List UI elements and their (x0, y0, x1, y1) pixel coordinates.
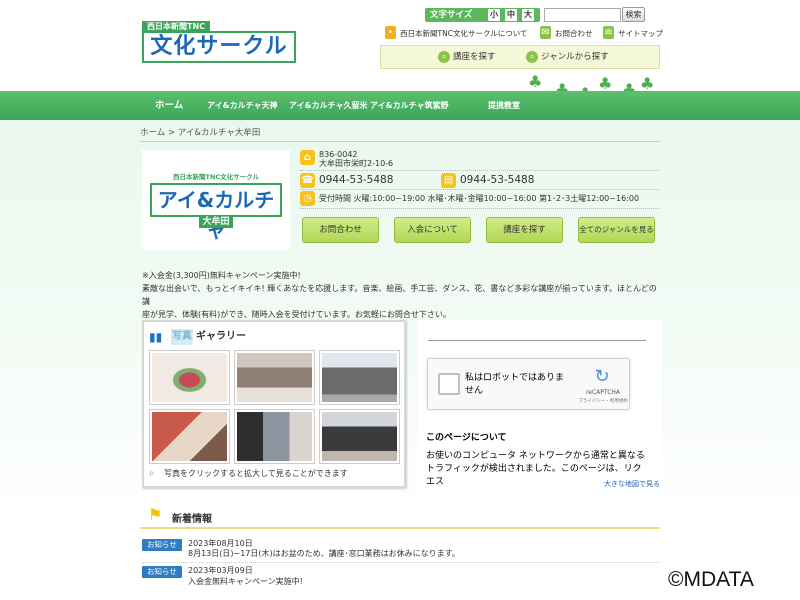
phone-number: 0944-53-5488 (319, 174, 394, 186)
nav-home[interactable]: ホーム (155, 91, 183, 120)
clover-icon: ♣ (640, 74, 655, 93)
breadcrumb-separator: > (167, 128, 176, 138)
clover-icon: ♣ (598, 74, 613, 93)
gallery-tag: 写真 (171, 329, 193, 345)
gallery-note: 写真をクリックすると拡大して見ることができます (164, 469, 348, 478)
store-logo-sub: 大牟田 (199, 216, 233, 228)
recaptcha-brand: reCAPTCHA (585, 389, 621, 396)
news-header: ⚑ 新着情報 (140, 505, 660, 529)
map-page-heading: このページについて (426, 433, 507, 443)
recaptcha-checkbox[interactable] (438, 373, 460, 395)
gallery-photo-5[interactable] (234, 409, 315, 464)
main-nav: ホーム アイ&カルチャ天神 アイ&カルチャ久留米 アイ&カルチャ筑紫野 提携教室 (0, 91, 800, 120)
nav-chikushino[interactable]: アイ&カルチャ筑紫野 (370, 91, 449, 120)
larger-map-link[interactable]: 大きな地図で見る (604, 479, 660, 489)
map-embed: 私はロボットではありません ↻ reCAPTCHA プライバシー・利用規約 この… (418, 320, 662, 492)
font-size-small-button[interactable]: 小 (488, 9, 500, 21)
all-genres-button[interactable]: 全てのジャンルを見る (578, 217, 655, 243)
search-icon: ⌕ (526, 51, 538, 63)
recaptcha-privacy-link[interactable]: プライバシー・利用規約 (578, 398, 628, 404)
divider (300, 189, 660, 190)
contact-link[interactable]: お問合わせ (555, 28, 593, 40)
about-link[interactable]: 西日本新聞TNC文化サークルについて (400, 28, 527, 40)
notice-description: 素敵な出会いで、もっとイキイキ! 輝くあなたを応援します。音楽、絵画、手工芸、ダ… (142, 284, 657, 306)
address: 大牟田市栄町2-10-6 (319, 159, 394, 168)
photo-gallery: ▮▮ 写真 ギャラリー ⌕ 写真をクリックすると拡大して見ることができます (142, 320, 406, 488)
font-size-medium-button[interactable]: 中 (505, 9, 517, 21)
clock-icon: ◷ (300, 191, 315, 206)
course-search-button[interactable]: 講座を探す (486, 217, 563, 243)
divider (428, 340, 646, 341)
news-badge: お知らせ (142, 539, 182, 551)
magnifier-icon: ⌕ (149, 468, 155, 479)
search-input[interactable] (544, 8, 621, 22)
nav-partner[interactable]: 提携教室 (488, 91, 520, 120)
watermark: ©MDATA (668, 568, 754, 591)
genre-search-bar: ⌕ 講座を探す ⌕ ジャンルから探す (380, 45, 660, 69)
divider (300, 208, 660, 209)
mail-icon: ✉ (540, 26, 551, 39)
news-title: 新着情報 (172, 514, 212, 525)
font-size-label: 文字サイズ (430, 10, 473, 20)
sitemap-link[interactable]: サイトマップ (618, 28, 663, 40)
nav-tenjin[interactable]: アイ&カルチャ天神 (207, 91, 278, 120)
fax-number: 0944-53-5488 (460, 174, 535, 186)
notice-campaign: ※入会金(3,300円)無料キャンペーン実施中! (142, 271, 301, 280)
course-search-link[interactable]: 講座を探す (453, 50, 496, 64)
news-date: 2023年03月09日 (188, 566, 253, 575)
nav-kurume[interactable]: アイ&カルチャ久留米 (289, 91, 368, 120)
store-logo-main: アイ&カルチャ (150, 183, 282, 242)
clover-icon: ♣ (528, 72, 543, 91)
flag-icon: ⚑ (148, 505, 163, 524)
store-logo-top: 西日本新聞TNC文化サークル (173, 173, 259, 181)
breadcrumb-home[interactable]: ホーム (140, 128, 165, 138)
store-notice: ※入会金(3,300円)無料キャンペーン実施中! 素敵な出会いで、もっとイキイキ… (142, 269, 662, 321)
fax-icon: ▤ (441, 173, 456, 188)
divider (142, 562, 660, 563)
recaptcha-icon: ↻ (594, 366, 610, 387)
news-item-link[interactable]: 8月13日(日)~17日(木)はお盆のため、講座･窓口業務はお休みになります。 (188, 548, 460, 559)
breadcrumb-current: アイ&カルチャ大牟田 (177, 128, 261, 138)
gallery-photo-4[interactable] (149, 409, 230, 464)
font-size-large-button[interactable]: 大 (522, 9, 534, 21)
search-button[interactable]: 検索 (622, 7, 645, 22)
font-size-switcher: 文字サイズ 小 中 大 (425, 8, 540, 22)
membership-button[interactable]: 入会について (394, 217, 471, 243)
logo-main-text: 文化サークル (142, 31, 296, 63)
genre-search-link[interactable]: ジャンルから探す (541, 50, 609, 64)
gallery-photo-2[interactable] (234, 350, 315, 405)
gallery-photo-3[interactable] (319, 350, 400, 405)
breadcrumb: ホーム > アイ&カルチャ大牟田 (140, 126, 660, 142)
site-logo[interactable]: 西日本新聞TNC 文化サークル (142, 21, 296, 63)
recaptcha-label: 私はロボットではありません (465, 373, 565, 396)
home-icon: ⌂ (300, 150, 315, 165)
recaptcha-widget: 私はロボットではありません ↻ reCAPTCHA プライバシー・利用規約 (427, 358, 630, 410)
lock-icon: • (385, 26, 396, 39)
gallery-photo-6[interactable] (319, 409, 400, 464)
business-hours: 受付時間 火曜:10:00~19:00 水曜･木曜･金曜10:00~16:00 … (319, 194, 640, 203)
news-badge: お知らせ (142, 566, 182, 578)
page: 西日本新聞TNC 文化サークル 文字サイズ 小 中 大 検索 • 西日本新聞TN… (0, 0, 800, 600)
gallery-photo-1[interactable] (149, 350, 230, 405)
book-icon: ▮▮ (149, 330, 163, 344)
sitemap-icon: ≡ (603, 26, 614, 39)
contact-button[interactable]: お問合わせ (302, 217, 379, 243)
store-logo: 西日本新聞TNC文化サークル アイ&カルチャ 大牟田 (142, 150, 290, 250)
phone-icon: ☎ (300, 173, 315, 188)
gallery-title: ギャラリー (196, 331, 246, 342)
news-item-link[interactable]: 入会金無料キャンペーン実施中! (188, 576, 303, 587)
divider (300, 170, 660, 171)
search-icon: ⌕ (438, 51, 450, 63)
